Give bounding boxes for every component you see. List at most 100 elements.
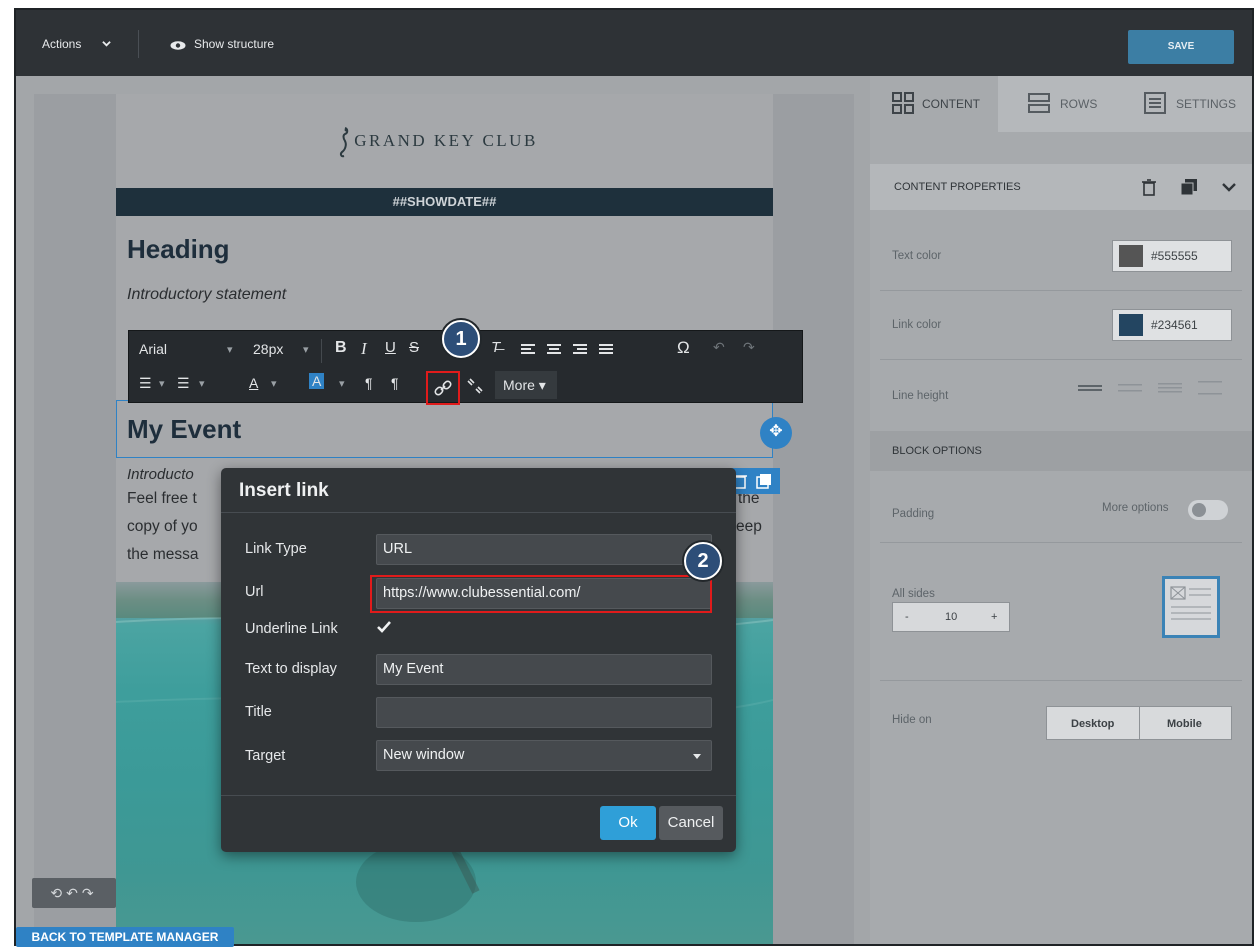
target-value: New window [383, 747, 465, 763]
link-color-swatch[interactable] [1119, 314, 1143, 336]
caret-down-icon[interactable]: ▾ [199, 377, 205, 390]
tab-settings[interactable]: SETTINGS [1126, 76, 1252, 132]
cancel-button[interactable]: Cancel [659, 806, 723, 840]
step-1-badge: 1 [442, 320, 480, 358]
link-type-select[interactable]: URL [376, 534, 712, 565]
tab-content[interactable]: CONTENT [870, 76, 998, 132]
all-sides-label: All sides [892, 588, 935, 600]
back-to-template-manager-button[interactable]: BACK TO TEMPLATE MANAGER [16, 927, 234, 947]
heading-text[interactable]: Heading [127, 234, 230, 265]
more-options-toggle[interactable] [1188, 500, 1228, 520]
trash-icon[interactable] [1140, 178, 1158, 196]
move-block-icon[interactable]: ✥ [760, 417, 792, 449]
divider [880, 680, 1242, 681]
alignment-icons[interactable] [521, 343, 617, 357]
bold-icon[interactable]: B [335, 339, 347, 357]
font-family-select[interactable]: Arial [139, 341, 167, 357]
divider [1139, 707, 1140, 739]
divider [880, 542, 1242, 543]
body-line-2: copy of yo [127, 518, 198, 535]
redo-icon[interactable]: ↷ [743, 339, 755, 356]
padding-label: Padding [892, 508, 935, 520]
body-line-1: Feel free t [127, 490, 197, 507]
block-options-header: BLOCK OPTIONS [870, 431, 1252, 471]
content-properties-title: CONTENT PROPERTIES [894, 181, 1021, 193]
link-type-value: URL [383, 541, 413, 557]
save-button[interactable]: SAVE [1128, 30, 1234, 64]
caret-down-icon[interactable]: ▾ [227, 343, 233, 356]
text-display-value: My Event [383, 661, 444, 677]
strikethrough-icon[interactable]: S [409, 339, 419, 356]
hide-desktop-button[interactable]: Desktop [1071, 718, 1114, 730]
caret-down-icon[interactable]: ▾ [303, 343, 309, 356]
caret-down-icon[interactable]: ▾ [271, 377, 277, 390]
more-options-label: More options [1102, 502, 1169, 514]
ok-button[interactable]: Ok [600, 806, 656, 840]
target-select[interactable]: New window [376, 740, 712, 771]
duplicate-icon[interactable] [1180, 178, 1198, 196]
bullet-list-icon[interactable]: ☰ [177, 375, 190, 392]
caret-down-icon[interactable]: ▾ [339, 377, 345, 390]
divider [221, 795, 736, 796]
text-color-swatch[interactable] [1119, 245, 1143, 267]
line-height-options[interactable] [1070, 381, 1230, 395]
more-label: More [503, 377, 535, 393]
padding-preview-icon [1162, 576, 1220, 638]
divider [221, 512, 736, 513]
hide-mobile-button[interactable]: Mobile [1167, 718, 1202, 730]
toggle-knob [1192, 503, 1206, 517]
ltr-icon[interactable]: ¶ [365, 375, 373, 391]
padding-value[interactable]: 10 [945, 611, 957, 623]
text-color-icon[interactable]: A [249, 375, 258, 391]
text-color-label: Text color [892, 250, 942, 262]
caret-down-icon[interactable]: ▾ [159, 377, 165, 390]
duplicate-icon[interactable] [756, 473, 772, 489]
editor-window: Actions Show structure SAVE GRAND KEY CL… [14, 8, 1254, 946]
title-label: Title [245, 704, 272, 720]
underline-checkbox[interactable] [376, 620, 392, 634]
properties-panel: CONTENT ROWS SETTINGS CONTENT PROPERTIES… [870, 76, 1252, 944]
chevron-down-icon[interactable] [102, 39, 111, 48]
block-options-title: BLOCK OPTIONS [892, 445, 982, 457]
date-banner[interactable]: ##SHOWDATE## [116, 188, 773, 216]
tab-content-label: CONTENT [922, 97, 980, 111]
background-color-icon[interactable]: A [309, 373, 325, 389]
unlink-icon[interactable] [466, 377, 484, 395]
italic-icon[interactable]: I [361, 339, 367, 359]
more-dropdown[interactable]: More ▾ [495, 371, 557, 399]
link-color-value: #234561 [1151, 318, 1198, 332]
caret-down-icon [693, 754, 701, 759]
rtl-icon[interactable]: ¶ [391, 375, 399, 391]
underline-icon[interactable]: U [385, 339, 396, 356]
title-input[interactable] [376, 697, 712, 728]
url-label: Url [245, 584, 264, 600]
hide-on-buttons: Desktop Mobile [1046, 706, 1232, 740]
eye-icon[interactable] [170, 41, 186, 50]
hide-on-label: Hide on [892, 714, 932, 726]
line-height-label: Line height [892, 390, 949, 402]
actions-menu[interactable]: Actions [42, 37, 81, 51]
plus-button[interactable]: + [991, 611, 997, 623]
text-color-picker[interactable]: #555555 [1112, 240, 1232, 272]
undo-icon[interactable]: ↶ [713, 339, 725, 356]
padding-stepper[interactable]: - 10 + [892, 602, 1010, 632]
show-structure-toggle[interactable]: Show structure [194, 37, 274, 51]
clear-format-icon[interactable]: T̶ [491, 339, 500, 356]
special-char-icon[interactable]: Ω [677, 338, 690, 358]
event-title[interactable]: My Event [127, 414, 241, 445]
ordered-list-icon[interactable]: ☰ [139, 375, 152, 392]
history-controls[interactable]: ⟲↶↷ [32, 878, 116, 908]
link-color-picker[interactable]: #234561 [1112, 309, 1232, 341]
event-intro-text[interactable]: Introducto [127, 466, 194, 483]
tab-rows[interactable]: ROWS [998, 76, 1126, 132]
body-line-2-end: eep [736, 518, 762, 535]
minus-button[interactable]: - [905, 611, 909, 623]
paragraph-fragment [127, 312, 747, 318]
intro-text[interactable]: Introductory statement [127, 286, 286, 304]
text-display-input[interactable]: My Event [376, 654, 712, 685]
insert-link-dialog: Insert link Link Type URL Url https://ww… [221, 468, 736, 852]
url-highlight-box [370, 575, 712, 613]
panel-tabs: CONTENT ROWS SETTINGS [870, 76, 1252, 132]
chevron-down-icon[interactable] [1220, 178, 1238, 196]
font-size-select[interactable]: 28px [253, 341, 283, 357]
